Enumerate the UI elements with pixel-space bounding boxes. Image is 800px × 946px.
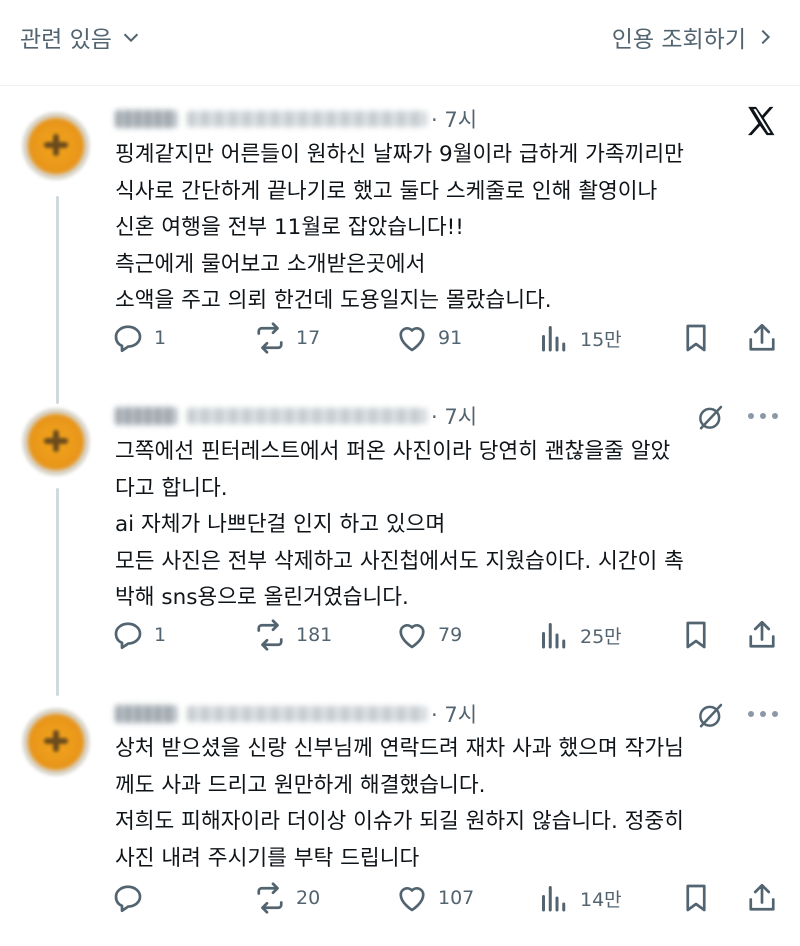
x-logo [747, 106, 775, 136]
related-filter-button[interactable]: 관련 있음 [20, 20, 142, 54]
action-bar: 20 107 14만 [110, 880, 790, 920]
reply-icon [114, 325, 142, 353]
repost-icon [257, 882, 283, 914]
like-button[interactable]: 107 [394, 880, 474, 916]
post-header: · 7시 [115, 104, 477, 134]
views-count: 15만 [580, 328, 622, 351]
like-button[interactable]: 91 [394, 320, 462, 356]
repost-icon [257, 322, 283, 354]
post-time[interactable]: · 7시 [431, 401, 477, 431]
avatar[interactable] [22, 408, 90, 476]
bookmark-icon [686, 621, 706, 649]
like-count: 91 [438, 327, 463, 349]
post-time[interactable]: · 7시 [431, 104, 477, 134]
repost-button[interactable]: 181 [252, 617, 332, 653]
post-text: 그쪽에선 핀터레스트에서 퍼온 사진이라 당연히 괜찮을줄 알았 다고 합니다.… [115, 439, 684, 610]
reply-count: 1 [154, 327, 167, 349]
views-button[interactable]: 15만 [536, 320, 622, 356]
action-bar: 1 181 79 25만 [110, 617, 790, 657]
heart-icon [399, 327, 425, 352]
thread-line [56, 488, 59, 696]
post-time[interactable]: · 7시 [431, 699, 477, 729]
chevron-down-icon [123, 33, 139, 43]
blurred-handle [187, 706, 427, 722]
views-count: 14만 [580, 888, 622, 911]
share-icon [749, 323, 775, 351]
reply-button[interactable]: 1 [110, 617, 166, 653]
share-icon [749, 883, 775, 911]
reply-count: 1 [154, 624, 167, 646]
blurred-display-name [115, 110, 177, 128]
heart-icon [399, 624, 425, 649]
like-button[interactable]: 79 [394, 617, 462, 653]
post-header: · 7시 [115, 401, 477, 431]
like-count: 107 [438, 887, 475, 909]
more-icon[interactable] [748, 711, 778, 721]
share-button[interactable] [744, 617, 780, 653]
quote-label: 인용 조회하기 [611, 27, 746, 53]
views-icon [542, 623, 566, 649]
views-button[interactable]: 25만 [536, 617, 622, 653]
bookmark-button[interactable] [678, 320, 714, 356]
post-text: 상처 받으셨을 신랑 신부님께 연락드려 재차 사과 했으며 작가님 께도 사과… [115, 736, 684, 871]
avatar[interactable] [22, 112, 90, 180]
reply-button[interactable]: 1 [110, 320, 166, 356]
share-button[interactable] [744, 320, 780, 356]
repost-button[interactable]: 20 [252, 880, 320, 916]
repost-count: 17 [296, 327, 321, 349]
share-button[interactable] [744, 880, 780, 916]
share-icon [749, 620, 775, 648]
top-bar: 관련 있음 인용 조회하기 [0, 0, 800, 86]
chevron-right-icon [761, 29, 771, 45]
post-text: 핑계같지만 어른들이 원하신 날짜가 9월이라 급하게 가족끼리만 식사로 간단… [115, 142, 684, 313]
post-header: · 7시 [115, 699, 477, 729]
reply-button[interactable] [110, 880, 154, 916]
bookmark-button[interactable] [678, 880, 714, 916]
related-label: 관련 있음 [20, 27, 112, 53]
grok-icon[interactable] [696, 402, 726, 432]
views-icon [542, 886, 566, 912]
like-count: 79 [438, 624, 463, 646]
action-bar: 1 17 91 15만 [110, 320, 790, 360]
thread-line [56, 196, 59, 404]
bookmark-icon [686, 884, 706, 912]
repost-count: 181 [296, 624, 333, 646]
view-quotes-button[interactable]: 인용 조회하기 [612, 20, 776, 54]
views-icon [542, 326, 566, 352]
blurred-display-name [115, 705, 177, 723]
blurred-handle [187, 408, 427, 424]
repost-button[interactable]: 17 [252, 320, 320, 356]
blurred-handle [187, 111, 427, 127]
heart-icon [399, 887, 425, 912]
repost-icon [257, 619, 283, 651]
reply-icon [114, 885, 142, 913]
views-count: 25만 [580, 625, 622, 648]
avatar[interactable] [22, 708, 90, 776]
grok-icon[interactable] [696, 700, 726, 730]
reply-icon [114, 622, 142, 650]
blurred-display-name [115, 407, 177, 425]
bookmark-button[interactable] [678, 617, 714, 653]
views-button[interactable]: 14만 [536, 880, 622, 916]
bookmark-icon [686, 324, 706, 352]
repost-count: 20 [296, 887, 321, 909]
more-icon[interactable] [748, 413, 778, 423]
